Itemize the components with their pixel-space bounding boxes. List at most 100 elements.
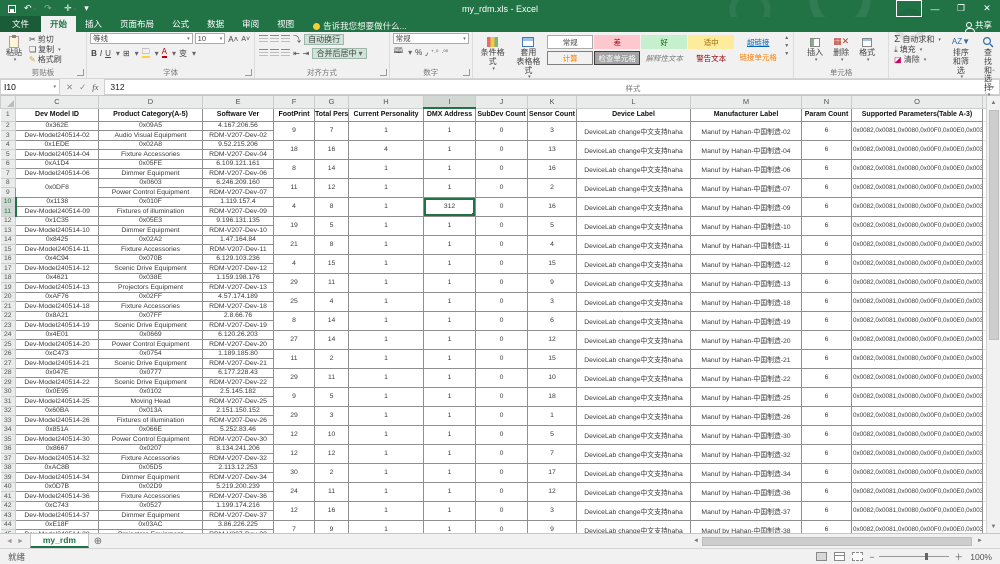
cell[interactable]: 6 (802, 406, 852, 425)
cell[interactable]: 0x0082,0x0081,0x0080,0x00F0,0x00E0,0x003… (852, 254, 983, 273)
row-header-4[interactable]: 4 (1, 140, 16, 150)
font-dialog-launcher[interactable] (245, 69, 252, 76)
cell[interactable]: 0x0082,0x0081,0x0080,0x00F0,0x00E0,0x003… (852, 311, 983, 330)
cell[interactable]: 0x02FF (99, 292, 203, 302)
hscroll-left-icon[interactable]: ◄ (690, 538, 702, 544)
row-header-8[interactable]: 8 (1, 178, 16, 188)
row-header-6[interactable]: 6 (1, 159, 16, 169)
font-size-combo[interactable]: 10▾ (195, 33, 226, 44)
cell[interactable]: 11 (274, 349, 315, 368)
cell[interactable]: 6 (528, 311, 577, 330)
cell[interactable]: 5 (528, 425, 577, 444)
wrap-text-button[interactable]: 自动换行 (304, 34, 344, 45)
cell[interactable]: 9 (315, 520, 349, 533)
cell[interactable]: Fixture Accessories (99, 492, 203, 502)
tab-file[interactable]: 文件 (0, 16, 41, 32)
fill-color-button[interactable]: 🗀 (142, 48, 150, 58)
cell[interactable]: 9 (528, 520, 577, 533)
cell[interactable]: RDM-V207-Dev-22 (203, 378, 274, 388)
cell[interactable]: 0 (476, 387, 528, 406)
cell[interactable]: 0x60BA (16, 406, 99, 416)
cell[interactable]: 9 (274, 387, 315, 406)
close-button[interactable]: ✕ (974, 0, 1000, 17)
cell[interactable]: 11 (315, 482, 349, 501)
style-neutral[interactable]: 适中 (688, 35, 734, 49)
cell[interactable]: 1 (528, 406, 577, 425)
cell[interactable]: RDM-V207-Dev-02 (203, 131, 274, 141)
row-header-43[interactable]: 43 (1, 511, 16, 521)
header-cell[interactable]: Device Label (577, 108, 691, 121)
cell[interactable]: Audio Visual Equipment (99, 131, 203, 141)
cell[interactable]: 0x09A5 (99, 121, 203, 131)
column-header-M[interactable]: M (691, 96, 802, 108)
cell[interactable]: 29 (274, 273, 315, 292)
style-normal[interactable]: 常规 (547, 35, 593, 49)
cell[interactable]: Manuf by Hahan-中国制造-38 (691, 520, 802, 533)
cell[interactable]: 1 (424, 292, 476, 311)
cell[interactable]: 0 (476, 463, 528, 482)
cell[interactable]: Manuf by Hahan-中国制造-11 (691, 235, 802, 254)
column-header-H[interactable]: H (349, 96, 424, 108)
cell[interactable]: RDM-V207-Dev-12 (203, 264, 274, 274)
cell[interactable]: 1.189.185.80 (203, 349, 274, 359)
cell[interactable]: 1 (349, 311, 424, 330)
gallery-more-icon[interactable]: ▼ (784, 51, 789, 57)
cell[interactable]: 1 (424, 121, 476, 140)
cell[interactable]: 6 (802, 482, 852, 501)
style-bad[interactable]: 差 (594, 35, 640, 49)
cell[interactable]: 6 (802, 444, 852, 463)
cell[interactable]: 6 (802, 330, 852, 349)
row-header-28[interactable]: 28 (1, 368, 16, 378)
cell[interactable]: 1 (349, 482, 424, 501)
cell[interactable]: 14 (315, 159, 349, 178)
cell[interactable]: RDM-V207-Dev-13 (203, 283, 274, 293)
cell[interactable]: 1 (349, 159, 424, 178)
cell[interactable]: 15 (528, 254, 577, 273)
cell[interactable]: 0x8667 (16, 444, 99, 454)
grow-font-button[interactable]: A˄ (228, 35, 238, 44)
merge-center-button[interactable]: 合并后居中▾ (312, 48, 366, 59)
cell[interactable]: 16 (315, 140, 349, 159)
cell[interactable]: Dev-Model240514-20 (16, 340, 99, 350)
cancel-entry-icon[interactable]: ✕ (66, 82, 73, 93)
cell[interactable]: 0 (476, 425, 528, 444)
cell[interactable]: Dev-Model240514-21 (16, 359, 99, 369)
cell[interactable]: 0 (476, 349, 528, 368)
cell[interactable]: Dev-Model240514-32 (16, 454, 99, 464)
cell[interactable]: 3.86.226.225 (203, 520, 274, 530)
cell[interactable]: DeviceLab change中文支持haha (577, 463, 691, 482)
font-color-button[interactable]: A (162, 48, 167, 58)
cell[interactable]: DeviceLab change中文支持haha (577, 368, 691, 387)
header-cell[interactable]: Software Ver (203, 108, 274, 121)
cell[interactable]: 1 (424, 463, 476, 482)
paste-button[interactable]: 粘贴▾ (3, 33, 25, 65)
cell[interactable]: 1 (349, 368, 424, 387)
selected-cell[interactable]: 312 (424, 197, 476, 216)
cell[interactable]: 6.129.103.236 (203, 254, 274, 264)
cell[interactable]: 1 (424, 501, 476, 520)
insert-function-icon[interactable]: fx (92, 82, 98, 92)
format-cells-button[interactable]: 格式▾ (856, 33, 878, 65)
cell[interactable]: 0x0603 (99, 178, 203, 188)
cell[interactable]: 0 (476, 520, 528, 533)
cell[interactable]: 1 (424, 311, 476, 330)
cell[interactable]: 12 (274, 501, 315, 520)
cell[interactable]: 6 (802, 463, 852, 482)
cell[interactable]: RDM-V207-Dev-34 (203, 473, 274, 483)
cell[interactable]: 0 (476, 311, 528, 330)
cell[interactable]: 1 (424, 425, 476, 444)
cell[interactable]: Dimmer Equipment (99, 226, 203, 236)
cell[interactable]: Dev-Model240514-36 (16, 492, 99, 502)
cell[interactable]: 29 (274, 368, 315, 387)
phonetic-button[interactable]: 变 (179, 48, 187, 59)
cell[interactable]: 1 (349, 178, 424, 197)
align-right-icon[interactable] (281, 49, 290, 57)
cell[interactable]: Manuf by Hahan-中国制造-34 (691, 463, 802, 482)
cell[interactable]: 25 (274, 292, 315, 311)
cell[interactable]: 1 (424, 273, 476, 292)
format-as-table-button[interactable]: 套用 表格格式▾ (511, 33, 545, 83)
cell[interactable]: 8 (274, 159, 315, 178)
cell[interactable]: DeviceLab change中文支持haha (577, 311, 691, 330)
cell[interactable]: 8 (274, 311, 315, 330)
cell[interactable]: Manuf by Hahan-中国制造-18 (691, 292, 802, 311)
